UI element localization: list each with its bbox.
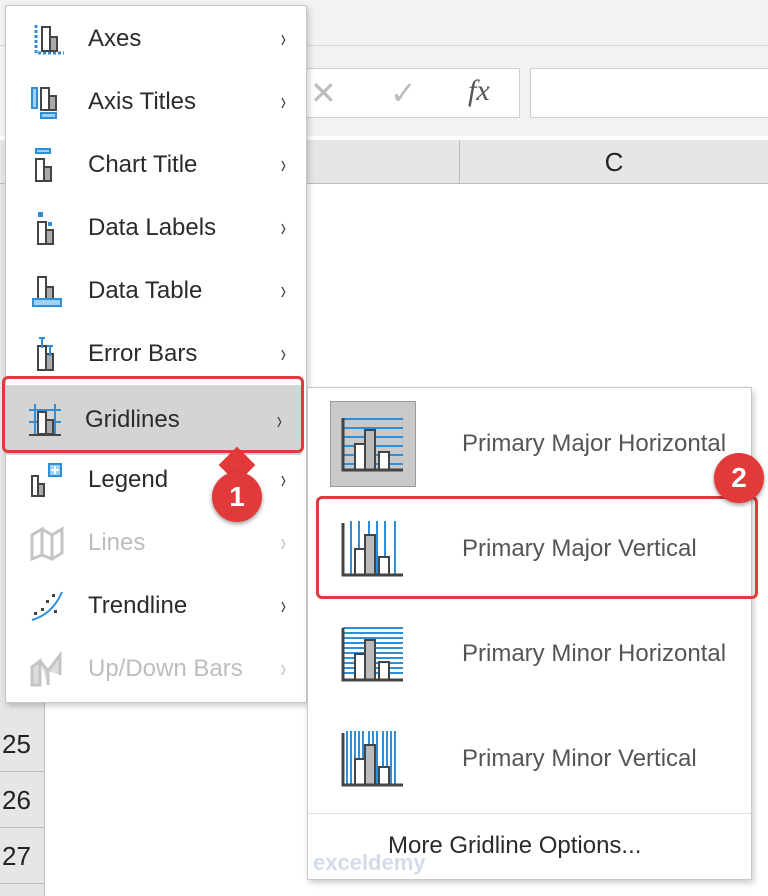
chevron-right-icon: › — [281, 590, 287, 620]
chevron-right-icon: › — [281, 86, 287, 116]
minor-vertical-icon — [330, 716, 416, 802]
major-horizontal-icon — [330, 400, 416, 487]
submenu-item-primary-minor-horizontal[interactable]: Primary Minor Horizontal — [308, 601, 751, 706]
axis-titles-icon — [31, 86, 57, 119]
row-header-25[interactable]: 25 — [0, 716, 45, 772]
updown-bars-icon — [30, 650, 62, 686]
menu-item-trendline[interactable]: Trendline › — [6, 574, 306, 637]
enter-icon[interactable]: ✓ — [390, 74, 417, 112]
data-table-icon — [32, 275, 62, 307]
chevron-right-icon: › — [281, 653, 287, 683]
trendline-icon — [31, 591, 63, 621]
menu-item-data-table[interactable]: Data Table › — [6, 259, 306, 322]
menu-item-label: Data Labels — [88, 213, 217, 241]
formula-input[interactable] — [530, 68, 768, 118]
menu-item-data-labels[interactable]: Data Labels › — [6, 196, 306, 259]
step-badge-2: 2 — [714, 453, 764, 503]
chevron-right-icon: › — [281, 149, 287, 179]
row-header-26[interactable]: 26 — [0, 772, 45, 828]
chart-title-icon — [35, 147, 52, 182]
column-header-c[interactable]: C — [459, 140, 768, 184]
submenu-item-label: Primary Major Horizontal — [462, 429, 727, 457]
axes-icon — [34, 24, 64, 54]
data-labels-icon — [37, 211, 54, 245]
error-bars-icon — [37, 336, 54, 371]
menu-item-label: Data Table — [88, 276, 203, 304]
more-gridline-options[interactable]: More Gridline Options... — [388, 832, 641, 860]
add-chart-element-menu: Axes › Axis Titles › Chart Title › Data … — [3, 5, 307, 703]
chevron-right-icon: › — [281, 275, 287, 305]
lines-icon — [30, 525, 64, 561]
menu-item-label: Error Bars — [88, 339, 198, 367]
menu-item-up-down-bars: Up/Down Bars › — [6, 637, 306, 700]
menu-item-label: Chart Title — [88, 150, 198, 178]
chevron-right-icon: › — [281, 464, 287, 494]
highlight-primary-major-vertical — [316, 496, 758, 599]
submenu-item-label: Primary Minor Vertical — [462, 744, 697, 772]
menu-item-label: Axis Titles — [88, 87, 197, 115]
legend-icon — [31, 462, 62, 497]
watermark-logo: exceldemy — [313, 850, 426, 875]
chevron-right-icon: › — [281, 527, 287, 557]
submenu-item-primary-major-horizontal[interactable]: Primary Major Horizontal — [308, 391, 751, 496]
submenu-item-label: Primary Minor Horizontal — [462, 639, 727, 667]
menu-item-label: Trendline — [88, 591, 188, 619]
chevron-right-icon: › — [281, 338, 287, 368]
highlight-gridlines — [2, 376, 304, 453]
menu-item-lines: Lines › — [6, 511, 306, 574]
fx-icon[interactable]: fx — [468, 74, 490, 108]
cancel-icon[interactable]: ✕ — [310, 74, 337, 112]
menu-item-label: Up/Down Bars — [88, 654, 243, 682]
menu-item-axes[interactable]: Axes › — [6, 7, 306, 70]
menu-item-label: Lines — [88, 528, 146, 556]
submenu-divider — [308, 813, 751, 814]
minor-horizontal-icon — [330, 611, 416, 697]
menu-item-chart-title[interactable]: Chart Title › — [6, 133, 306, 196]
menu-item-label: Axes — [88, 24, 142, 52]
gridlines-submenu: Primary Major Horizontal Primary Major V… — [307, 387, 752, 880]
step-badge-1: 1 — [212, 472, 262, 522]
chevron-right-icon: › — [281, 23, 287, 53]
menu-item-axis-titles[interactable]: Axis Titles › — [6, 70, 306, 133]
submenu-item-primary-minor-vertical[interactable]: Primary Minor Vertical — [308, 706, 751, 811]
row-header-27[interactable]: 27 — [0, 828, 45, 884]
chevron-right-icon: › — [281, 212, 287, 242]
